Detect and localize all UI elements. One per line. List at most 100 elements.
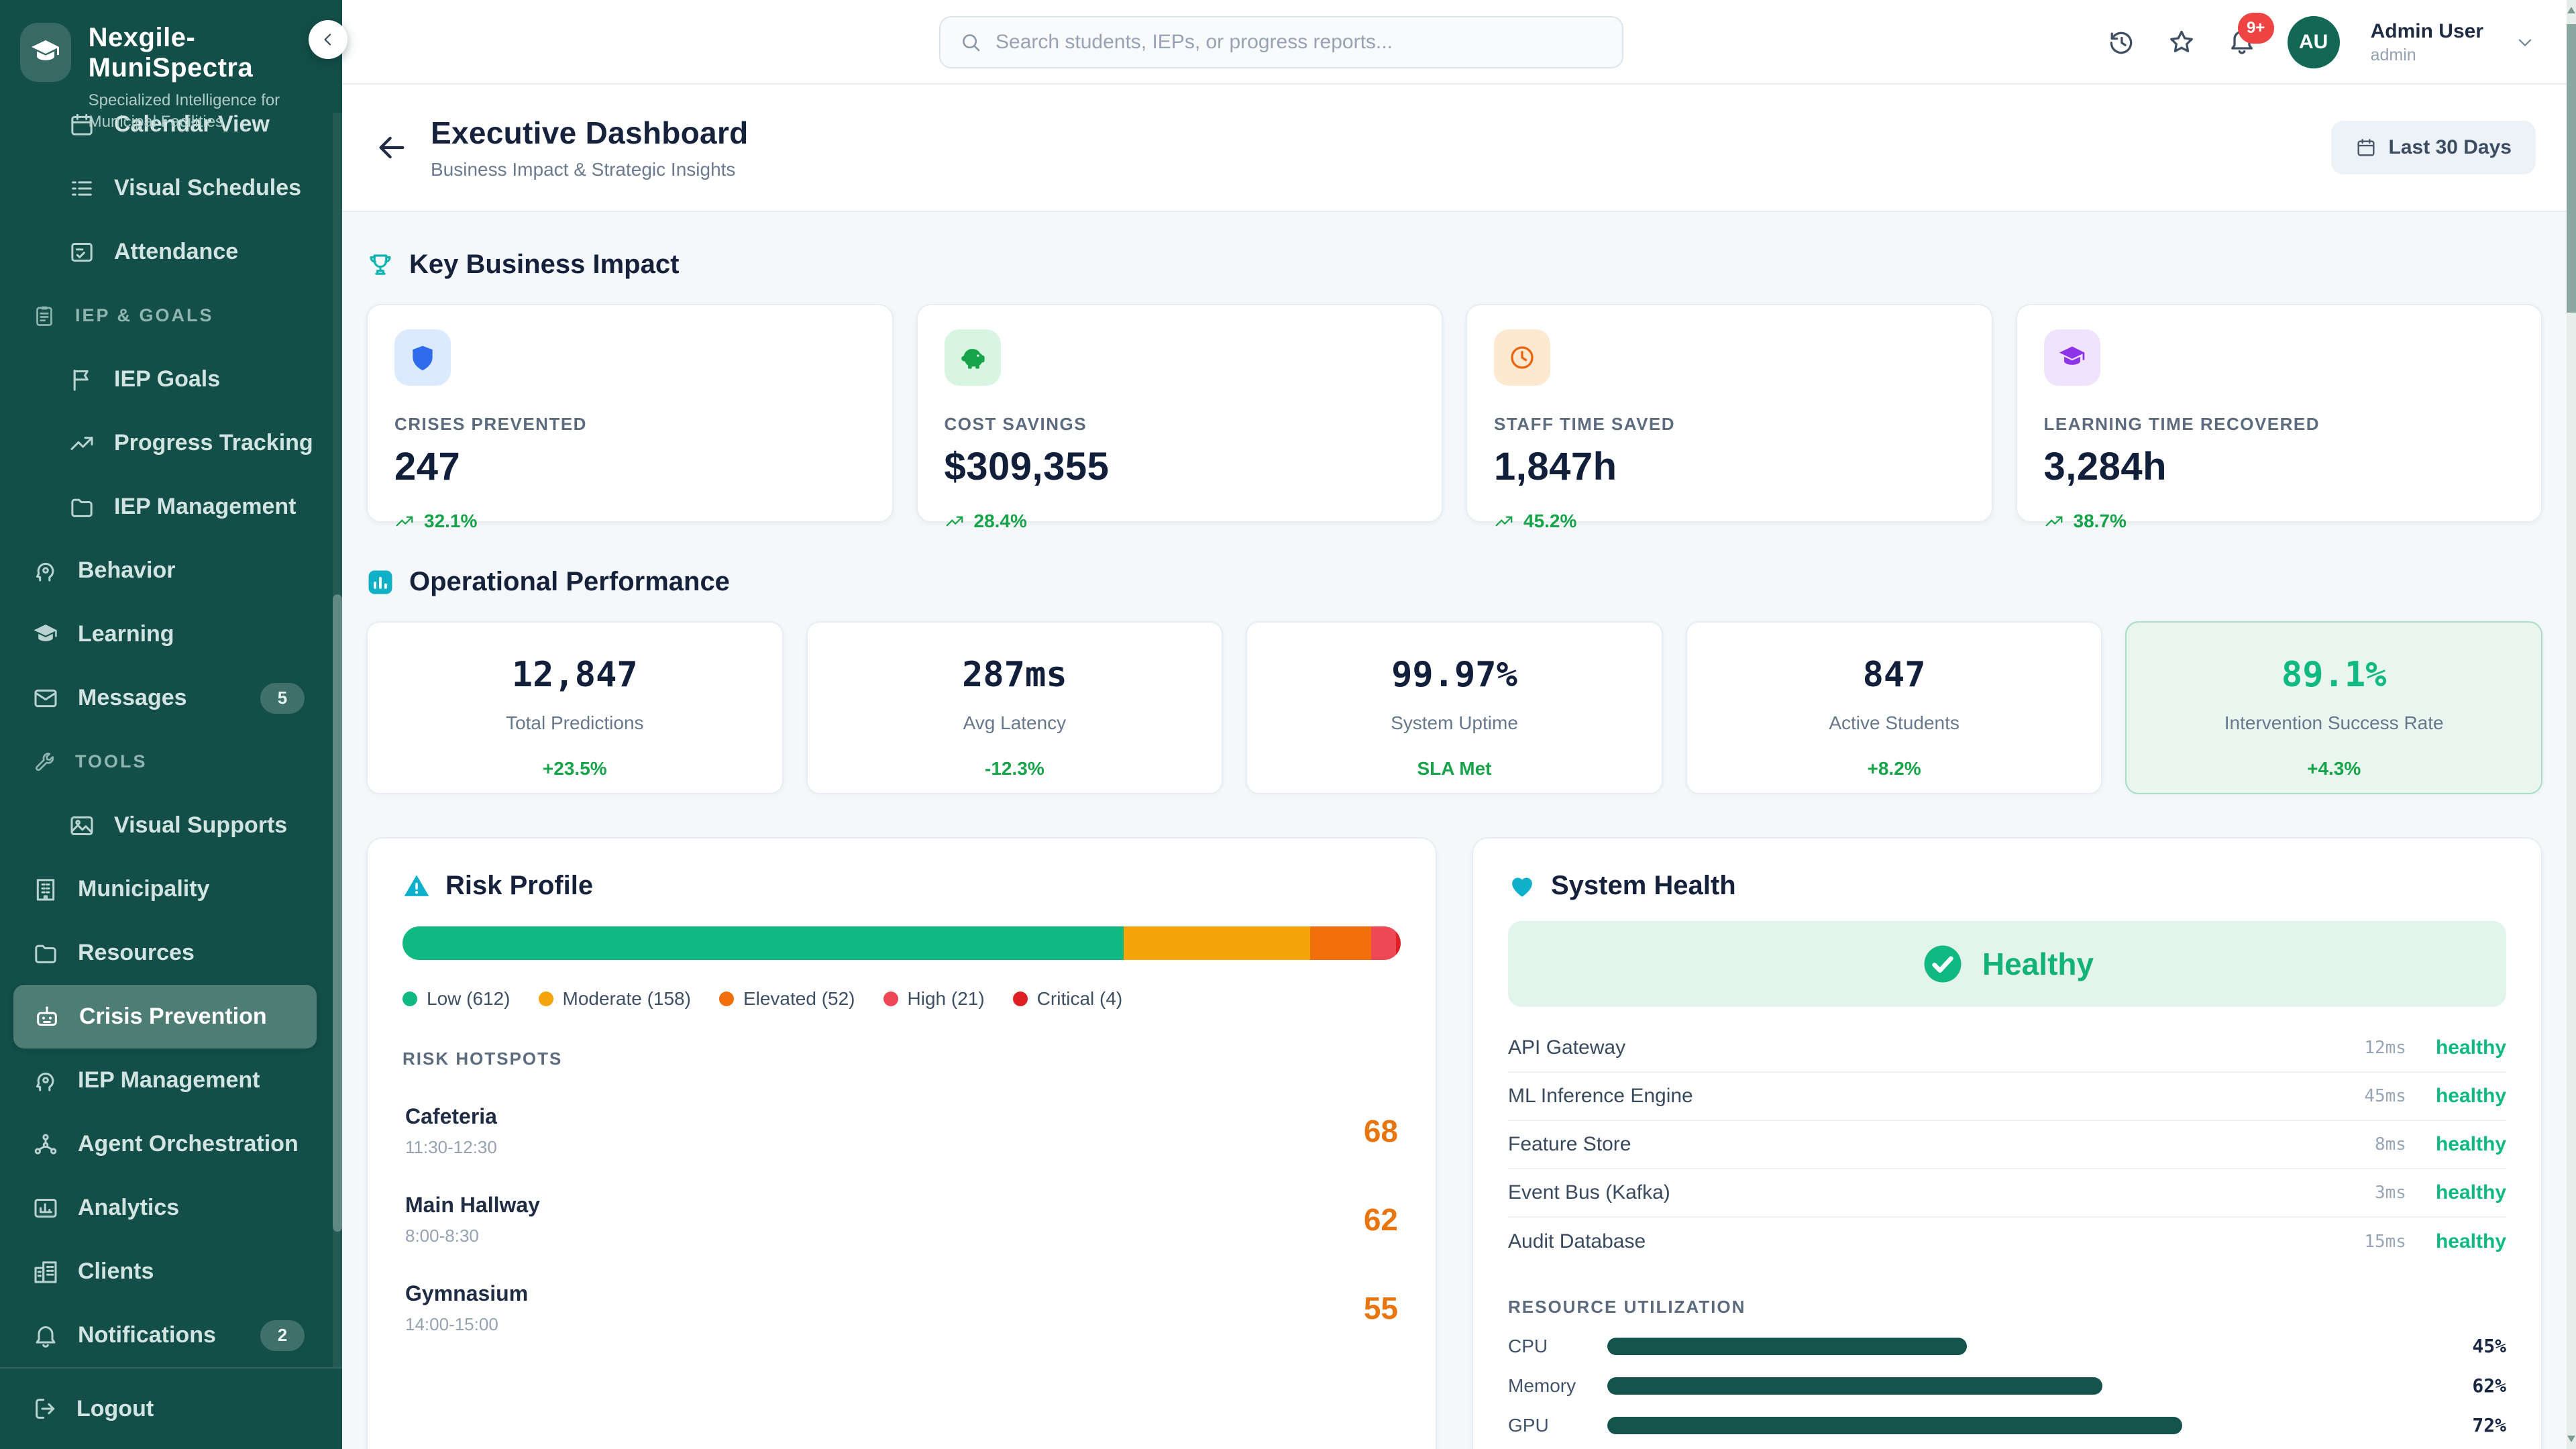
- stat-change: -12.3%: [808, 758, 1222, 780]
- brand-logo: [20, 23, 71, 82]
- sidebar-scrollbar-thumb[interactable]: [333, 594, 342, 1232]
- service-name: Audit Database: [1508, 1230, 1646, 1253]
- page-scrollbar[interactable]: [2567, 0, 2576, 1449]
- section-title-performance: Operational Performance: [409, 567, 730, 597]
- avatar[interactable]: AU: [2288, 16, 2340, 68]
- topbar: 9+ AU Admin User admin: [342, 0, 2567, 85]
- kpi-label: LEARNING TIME RECOVERED: [2044, 414, 2515, 435]
- stat-label: Total Predictions: [368, 712, 782, 734]
- notifications-bell-button[interactable]: 9+: [2227, 26, 2257, 59]
- risk-legend: Low (612) Moderate (158) Elevated (52) H…: [402, 988, 1401, 1010]
- stat-value: 847: [1687, 655, 2102, 695]
- service-row-feature-store: Feature Store 8mshealthy: [1508, 1121, 2506, 1169]
- logout-button[interactable]: Logout: [0, 1367, 342, 1449]
- trend-up-icon: [1494, 511, 1514, 531]
- robot-icon: [34, 1004, 60, 1030]
- sidebar-item-municipality[interactable]: Municipality: [0, 857, 333, 921]
- piggy-bank-icon: [958, 343, 987, 372]
- risk-panel-title: Risk Profile: [445, 871, 593, 901]
- sidebar-collapse-button[interactable]: [309, 20, 347, 59]
- page-scrollbar-thumb[interactable]: [2567, 24, 2576, 313]
- bar-chart-icon: [32, 1195, 59, 1222]
- attendance-icon: [68, 239, 95, 266]
- resource-percent: 72%: [2446, 1414, 2506, 1436]
- service-latency: 45ms: [2364, 1086, 2406, 1106]
- bell-icon: [32, 1322, 59, 1349]
- sidebar-item-label: Progress Tracking: [114, 430, 313, 456]
- sidebar-item-label: Messages: [78, 685, 187, 711]
- grad-cap-icon: [2057, 343, 2087, 372]
- sidebar-item-crisis-prevention[interactable]: Crisis Prevention: [13, 985, 317, 1049]
- service-latency: 15ms: [2364, 1232, 2406, 1252]
- service-name: Event Bus (Kafka): [1508, 1181, 1670, 1204]
- stat-card-active-students[interactable]: 847 Active Students +8.2%: [1686, 621, 2103, 794]
- stat-card-avg-latency[interactable]: 287ms Avg Latency -12.3%: [806, 621, 1224, 794]
- hotspot-row-cafeteria[interactable]: Cafeteria11:30-12:30 68: [402, 1104, 1401, 1158]
- messages-badge: 5: [260, 683, 305, 714]
- kpi-value: 247: [394, 444, 865, 489]
- folder-icon: [68, 494, 95, 521]
- kpi-value: $309,355: [945, 444, 1415, 489]
- folder-icon: [32, 940, 59, 967]
- sidebar-item-progress-tracking[interactable]: Progress Tracking: [0, 411, 333, 475]
- kpi-card-staff-time-saved[interactable]: STAFF TIME SAVED 1,847h 45.2%: [1466, 304, 1993, 523]
- sidebar-item-analytics[interactable]: Analytics: [0, 1176, 333, 1240]
- kpi-card-crises-prevented[interactable]: CRISES PREVENTED 247 32.1%: [366, 304, 894, 523]
- resource-percent: 45%: [2446, 1335, 2506, 1357]
- stat-card-intervention-success-rate[interactable]: 89.1% Intervention Success Rate +4.3%: [2125, 621, 2542, 794]
- sidebar-item-agent-orchestration[interactable]: Agent Orchestration: [0, 1112, 333, 1176]
- search-input[interactable]: [996, 31, 1603, 54]
- stat-label: Avg Latency: [808, 712, 1222, 734]
- sidebar-item-clients[interactable]: Clients: [0, 1240, 333, 1303]
- chevron-down-icon[interactable]: [2514, 32, 2536, 53]
- clock-icon: [1507, 343, 1537, 372]
- bar-chart-tile-icon: [366, 568, 394, 596]
- sidebar-item-notifications[interactable]: Notifications2: [0, 1303, 333, 1367]
- brand-name: Nexgile-MuniSpectra: [89, 23, 322, 83]
- hotspot-time: 8:00-8:30: [405, 1226, 540, 1246]
- stat-value: 287ms: [808, 655, 1222, 695]
- health-status-text: Healthy: [1982, 946, 2094, 982]
- date-range-button[interactable]: Last 30 Days: [2331, 121, 2536, 174]
- kpi-change: 32.1%: [424, 511, 477, 532]
- building-icon: [32, 876, 59, 903]
- sidebar-item-iep-management-2[interactable]: IEP Management: [0, 1049, 333, 1112]
- sidebar-item-behavior[interactable]: Behavior: [0, 539, 333, 602]
- kpi-card-cost-savings[interactable]: COST SAVINGS $309,355 28.4%: [916, 304, 1444, 523]
- brand-tagline: Specialized Intelligence for Municipal F…: [89, 90, 290, 133]
- sidebar-item-visual-supports[interactable]: Visual Supports: [0, 794, 333, 857]
- sidebar-item-resources[interactable]: Resources: [0, 921, 333, 985]
- history-icon[interactable]: [2106, 28, 2136, 57]
- health-status-banner: Healthy: [1508, 921, 2506, 1007]
- hotspot-row-gymnasium[interactable]: Gymnasium14:00-15:00 55: [402, 1281, 1401, 1335]
- kpi-change: 28.4%: [974, 511, 1027, 532]
- check-circle-icon: [1921, 942, 1965, 986]
- sidebar-item-attendance[interactable]: Attendance: [0, 220, 333, 284]
- sidebar-item-visual-schedules[interactable]: Visual Schedules: [0, 156, 333, 220]
- sidebar-scrollbar[interactable]: [333, 113, 342, 1367]
- stat-card-total-predictions[interactable]: 12,847 Total Predictions +23.5%: [366, 621, 784, 794]
- buildings-icon: [32, 1258, 59, 1285]
- sidebar-section-label: IEP & GOALS: [75, 305, 214, 326]
- scrollbar-down-arrow[interactable]: [2567, 1436, 2575, 1442]
- warning-triangle-icon: [402, 872, 431, 900]
- back-button[interactable]: [373, 129, 411, 166]
- sidebar-item-iep-management[interactable]: IEP Management: [0, 475, 333, 539]
- hotspot-row-main-hallway[interactable]: Main Hallway8:00-8:30 62: [402, 1193, 1401, 1246]
- service-row-ml-inference-engine: ML Inference Engine 45mshealthy: [1508, 1073, 2506, 1121]
- calendar-icon: [2355, 137, 2377, 158]
- stat-card-system-uptime[interactable]: 99.97% System Uptime SLA Met: [1246, 621, 1663, 794]
- scrollbar-up-arrow[interactable]: [2567, 7, 2575, 13]
- hotspot-name: Gymnasium: [405, 1281, 528, 1306]
- resource-label: CPU: [1508, 1336, 1607, 1357]
- sidebar-item-messages[interactable]: Messages 5: [0, 666, 333, 730]
- star-icon[interactable]: [2167, 28, 2196, 57]
- legend-item-moderate: Moderate (158): [539, 988, 691, 1010]
- sidebar-item-learning[interactable]: Learning: [0, 602, 333, 666]
- risk-bar-segment-elevated: [1310, 926, 1371, 960]
- sidebar-item-iep-goals[interactable]: IEP Goals: [0, 347, 333, 411]
- kpi-card-learning-time-recovered[interactable]: LEARNING TIME RECOVERED 3,284h 38.7%: [2016, 304, 2543, 523]
- legend-item-elevated: Elevated (52): [719, 988, 855, 1010]
- sidebar-section-iep-goals: IEP & GOALS: [0, 284, 333, 347]
- trophy-icon: [366, 251, 394, 279]
